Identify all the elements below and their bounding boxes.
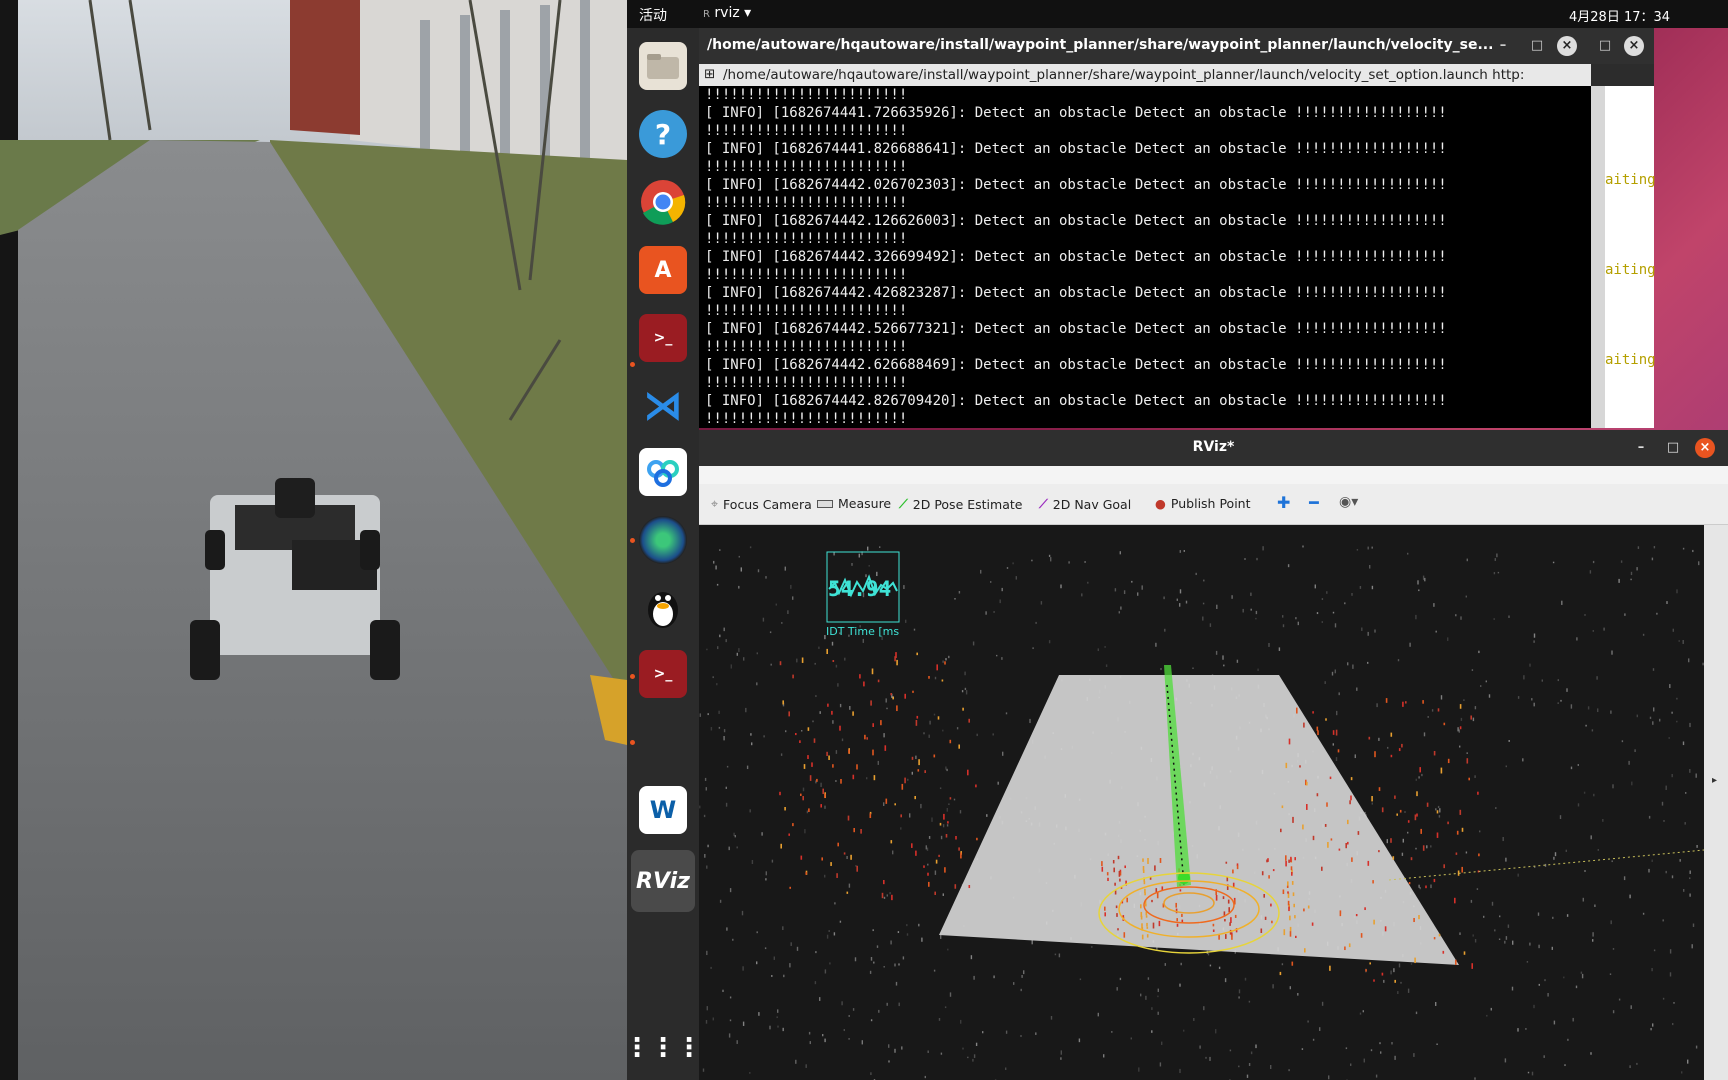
ruler-icon — [817, 499, 833, 508]
close-icon[interactable]: × — [1624, 36, 1644, 56]
side-text: aiting — [1605, 262, 1656, 278]
campus-road-photo — [0, 0, 627, 1080]
focus-camera-tool[interactable]: ⌖ Focus Camera — [711, 496, 812, 512]
help-icon[interactable]: ? — [639, 110, 687, 158]
rviz-titlebar: RViz* – □ × — [699, 430, 1728, 466]
running-indicator-icon — [630, 674, 635, 679]
app-menu[interactable]: R rviz ▾ — [703, 5, 751, 21]
menu-bar — [699, 466, 1728, 484]
terminal-line: [ INFO] [1682674442.326699492]: Detect a… — [705, 249, 1447, 265]
desktop: 活动 R rviz ▾ 4月28日 17：34 ? A >_ ⋊ >_ W RV — [627, 0, 1728, 1080]
maximize-icon[interactable]: □ — [1527, 36, 1547, 56]
terminal-title: /home/autoware/hqautoware/install/waypoi… — [707, 37, 1494, 53]
tool-label: Publish Point — [1170, 496, 1251, 511]
terminal-output[interactable]: !!!!!!!!!!!!!!!!!!!!!!!! [ INFO] [168267… — [699, 86, 1591, 428]
files-icon[interactable] — [639, 42, 687, 90]
terminal-line: [ INFO] [1682674442.626688469]: Detect a… — [705, 357, 1447, 373]
terminal-line: [ INFO] [1682674441.826688641]: Detect a… — [705, 141, 1447, 157]
point-cloud-scene: 54.94 IDT Time [ms — [699, 525, 1704, 1080]
side-text: aiting — [1605, 352, 1656, 368]
terminal-icon[interactable]: >_ — [639, 650, 687, 698]
focus-camera-icon: ⌖ — [711, 496, 719, 511]
camera-photo — [0, 0, 627, 1080]
purple-arrow-icon: ⟋ — [1039, 496, 1048, 511]
terminal-scrollbar[interactable] — [1591, 86, 1605, 428]
vscode-icon[interactable]: ⋊ — [639, 382, 687, 430]
terminal-line: !!!!!!!!!!!!!!!!!!!!!!!! — [705, 303, 908, 319]
tab-icon: ⊞ — [704, 66, 716, 82]
terminal-line: [ INFO] [1682674442.526677321]: Detect a… — [705, 321, 1447, 337]
terminal-tab[interactable]: ⊞ /home/autoware/hqautoware/install/wayp… — [699, 64, 1591, 86]
tool-label: Focus Camera — [723, 496, 812, 512]
baidu-netdisk-icon[interactable] — [639, 448, 687, 496]
running-indicator-icon — [630, 362, 635, 367]
rviz-icon[interactable]: RViz — [631, 850, 695, 912]
background-window-edge: aiting aiting aiting — [1605, 86, 1656, 428]
tool-label: 2D Pose Estimate — [912, 496, 1023, 512]
tool-properties-icon[interactable]: ◉▾ — [1339, 494, 1358, 510]
qq-penguin-icon[interactable] — [639, 584, 687, 632]
autoware-icon[interactable]: W — [639, 786, 687, 834]
dock: ? A >_ ⋊ >_ W RViz ⋮⋮⋮ — [627, 28, 702, 1080]
terminal-line: !!!!!!!!!!!!!!!!!!!!!!!! — [705, 123, 908, 139]
map-pin-icon: ● — [1155, 496, 1166, 511]
chevron-right-icon: ▸ — [1712, 775, 1718, 786]
rviz-toolbar: ⌖ Focus Camera Measure ⟋ 2D Pose Estimat… — [699, 484, 1728, 525]
terminal-line: [ INFO] [1682674442.426823287]: Detect a… — [705, 285, 1447, 301]
terminal-line: !!!!!!!!!!!!!!!!!!!!!!!! — [705, 159, 908, 175]
3d-view[interactable]: 54.94 IDT Time [ms — [699, 525, 1704, 1080]
terminal-line: !!!!!!!!!!!!!!!!!!!!!!!! — [705, 87, 908, 103]
terminal-line: !!!!!!!!!!!!!!!!!!!!!!!! — [705, 411, 908, 427]
app-menu-label: rviz — [714, 5, 740, 21]
terminal-titlebar: /home/autoware/hqautoware/install/waypoi… — [699, 28, 1654, 64]
tool-label: 2D Nav Goal — [1052, 496, 1132, 512]
remove-tool-icon[interactable]: ━ — [1309, 493, 1319, 512]
maximize-icon[interactable]: □ — [1595, 36, 1615, 56]
clock[interactable]: 4月28日 17：34 — [1569, 6, 1670, 25]
minimize-icon[interactable]: – — [1493, 36, 1513, 56]
rviz-window: RViz* – □ × ⌖ Focus Camera Measure ⟋ 2D … — [699, 430, 1728, 1080]
chevron-down-icon: ▾ — [744, 5, 752, 21]
close-icon[interactable]: × — [1557, 36, 1577, 56]
terminal-line: !!!!!!!!!!!!!!!!!!!!!!!! — [705, 339, 908, 355]
terminal-line: !!!!!!!!!!!!!!!!!!!!!!!! — [705, 195, 908, 211]
tool-label: Measure — [838, 496, 892, 511]
terminal-line: [ INFO] [1682674441.726635926]: Detect a… — [705, 105, 1447, 121]
idt-time-label: IDT Time [ms — [826, 625, 899, 638]
camera-lens-icon[interactable] — [639, 516, 687, 564]
measure-tool[interactable]: Measure — [817, 496, 891, 511]
close-icon[interactable]: × — [1695, 438, 1715, 458]
terminal-line: [ INFO] [1682674442.826709420]: Detect a… — [705, 393, 1447, 409]
terminal-icon[interactable]: >_ — [639, 314, 687, 362]
2d-nav-goal-tool[interactable]: ⟋ 2D Nav Goal — [1039, 496, 1131, 512]
minimize-icon[interactable]: – — [1631, 438, 1651, 458]
rviz-title: RViz* — [1192, 439, 1235, 455]
publish-point-tool[interactable]: ● Publish Point — [1155, 496, 1251, 511]
green-arrow-icon: ⟋ — [899, 496, 908, 511]
add-tool-icon[interactable]: ✚ — [1277, 493, 1290, 512]
side-text: aiting — [1605, 172, 1656, 188]
terminal-line: !!!!!!!!!!!!!!!!!!!!!!!! — [705, 375, 908, 391]
show-apps-grid-icon[interactable]: ⋮⋮⋮ — [627, 1024, 702, 1072]
terminal-line: !!!!!!!!!!!!!!!!!!!!!!!! — [705, 231, 908, 247]
software-center-icon[interactable]: A — [639, 246, 687, 294]
terminal-line: !!!!!!!!!!!!!!!!!!!!!!!! — [705, 267, 908, 283]
robot-car — [190, 478, 400, 680]
terminal-line: [ INFO] [1682674442.026702303]: Detect a… — [705, 177, 1447, 193]
terminal-tab-title: /home/autoware/hqautoware/install/waypoi… — [723, 67, 1525, 83]
idt-time-value: 54.94 — [828, 577, 891, 601]
rviz-small-icon: R — [703, 9, 710, 20]
top-bar: 活动 R rviz ▾ 4月28日 17：34 — [627, 0, 1728, 28]
running-indicator-icon — [630, 538, 635, 543]
2d-pose-estimate-tool[interactable]: ⟋ 2D Pose Estimate — [899, 496, 1022, 512]
right-panel-collapse[interactable]: ▸ — [1704, 525, 1728, 1080]
maximize-icon[interactable]: □ — [1663, 438, 1683, 458]
chrome-icon[interactable] — [639, 178, 687, 226]
terminal-line: [ INFO] [1682674442.126626003]: Detect a… — [705, 213, 1447, 229]
activities-button[interactable]: 活动 — [639, 5, 667, 25]
terminal-window: /home/autoware/hqautoware/install/waypoi… — [699, 28, 1656, 428]
running-indicator-icon — [630, 740, 635, 745]
